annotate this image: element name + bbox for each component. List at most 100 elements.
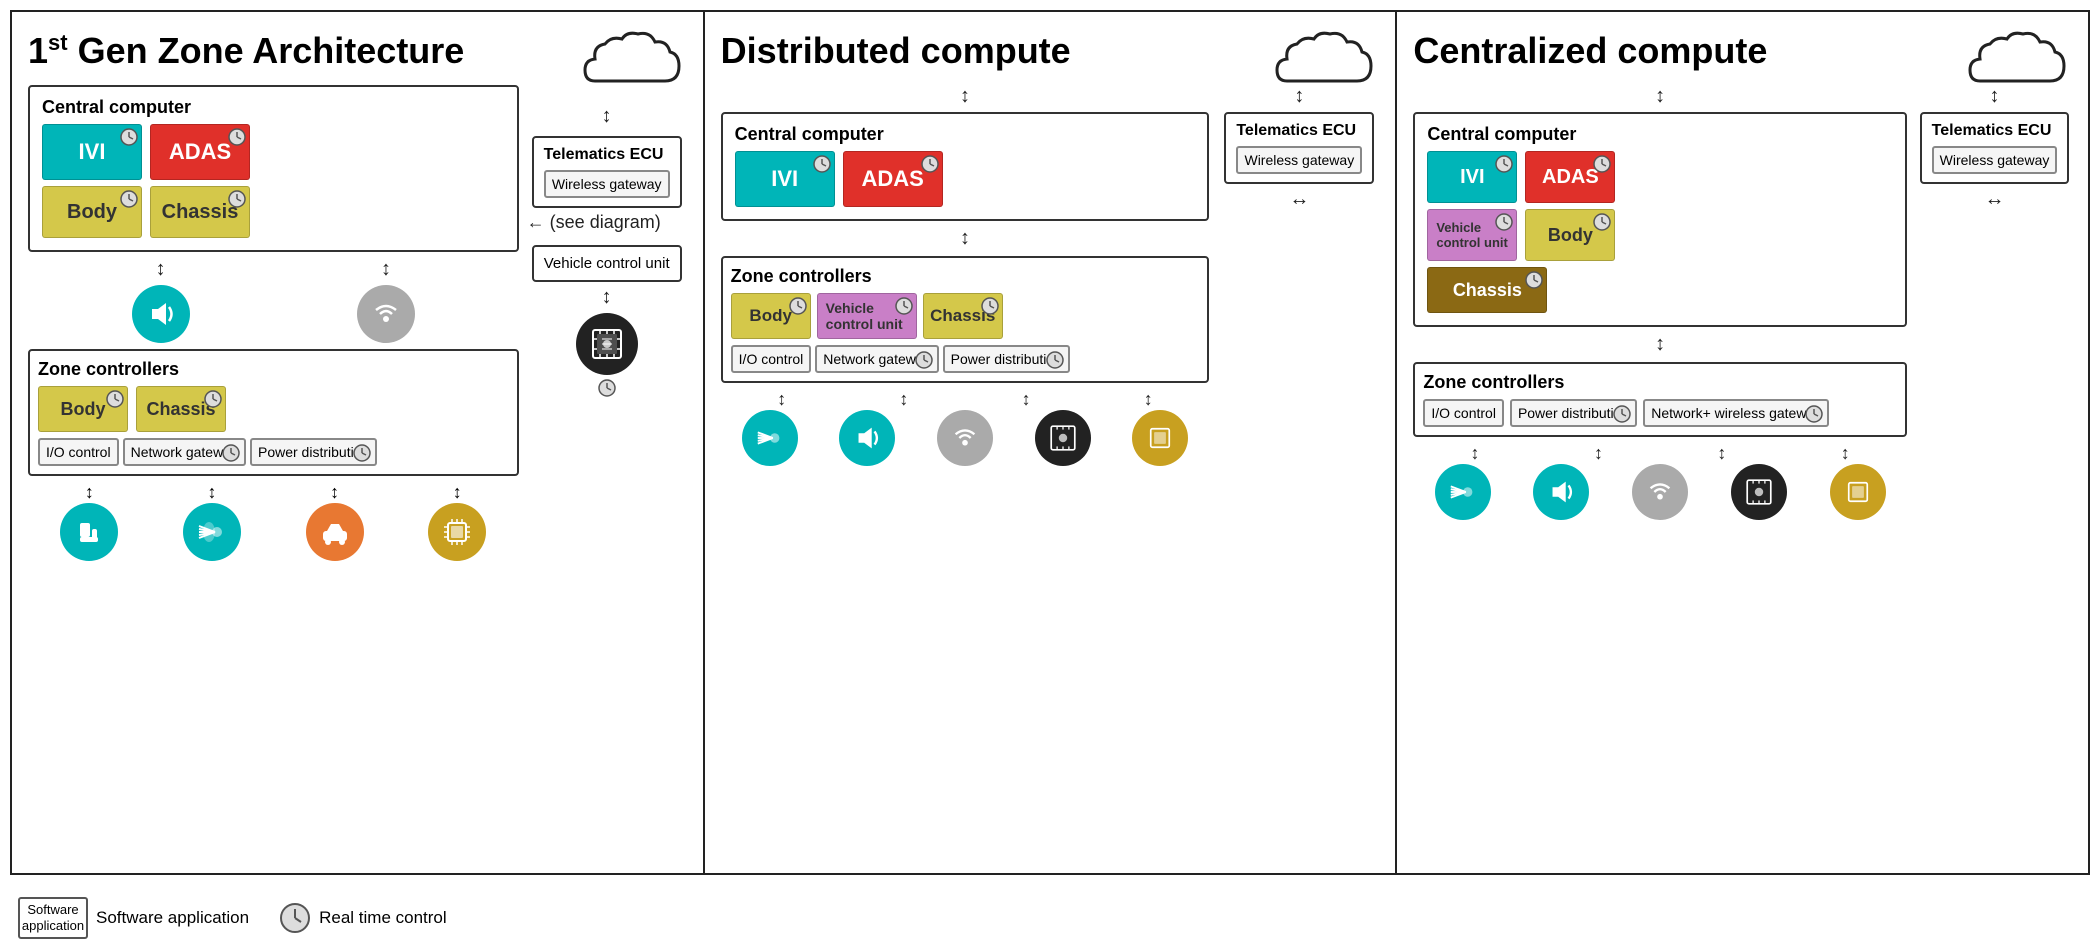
central-computer-modules-p1: IVI ADAS — [42, 124, 505, 180]
ivi-p3: IVI — [1427, 151, 1517, 203]
central-computer-label-p1: Central computer — [42, 97, 505, 118]
io-ctrl-p2: I/O control — [731, 345, 812, 373]
network-gateway-box-p1: Network gateway — [123, 438, 246, 466]
nwg-p3: Network+ wireless gateway — [1643, 399, 1829, 427]
p3-bottom-icons — [1413, 464, 1907, 520]
panel-centralized: Centralized compute ↕ Central computer I… — [1397, 12, 2088, 873]
telematics-label-p1: Telematics ECU — [544, 146, 670, 164]
legend-sw-label: Software application — [96, 908, 249, 928]
p3-right: ↕ Telematics ECU Wireless gateway ↔ — [1917, 85, 2072, 211]
ng-p2: Network gateway — [815, 345, 938, 373]
wireless3-icon-p3 — [1632, 464, 1688, 520]
central-computer-box-p1: Central computer IVI — [28, 85, 519, 252]
legend-realtime: Real time control — [279, 902, 447, 934]
body-module-p1: Body — [42, 186, 142, 238]
cloud-icon-p3 — [1960, 26, 2070, 96]
zone-ctrl-label-p2: Zone controllers — [731, 266, 1200, 287]
zone-body-clock-p1 — [106, 390, 124, 408]
speaker-icon-p1 — [132, 285, 190, 343]
zc-chassis-p2: Chassis — [923, 293, 1003, 339]
p1-bottom-icons — [28, 503, 519, 561]
body-p3: Body — [1525, 209, 1615, 261]
legend-sw-box: Software application — [18, 897, 88, 939]
zone-chassis-clock-p1 — [204, 390, 222, 408]
p2-upper: ↕ Central computer IVI ADAS — [721, 85, 1380, 466]
p1-upper: Central computer IVI — [28, 85, 687, 561]
wireless-gateway-box-p1: Wireless gateway — [544, 170, 670, 198]
telematics-label-p2: Telematics ECU — [1236, 122, 1362, 140]
zone-ctrl-box-p2: Zone controllers Body Vehicle control un… — [721, 256, 1210, 383]
telematics-ecu-box-p1: Telematics ECU Wireless gateway — [532, 136, 682, 208]
cc-label-p3: Central computer — [1427, 124, 1893, 145]
adas-module-p1: ADAS — [150, 124, 250, 180]
zone-body-p1: Body — [38, 386, 128, 432]
p2-bottom-icons — [721, 410, 1210, 466]
adas-p2: ADAS — [843, 151, 943, 207]
p1-ba1: ↕ — [85, 482, 94, 503]
wireless-gw-box-p3: Wireless gateway — [1932, 146, 2058, 174]
zone-controllers-label-p1: Zone controllers — [38, 359, 509, 380]
lights3-icon-p3 — [1435, 464, 1491, 520]
cloud-icon-p1 — [575, 26, 685, 96]
lights-icon-p1 — [183, 503, 241, 561]
p1-left: Central computer IVI — [28, 85, 519, 561]
circuit3-icon-p3 — [1731, 464, 1787, 520]
legend-software: Software application Software applicatio… — [18, 897, 249, 939]
cloud-arrow-p1: ↕ — [602, 105, 612, 128]
legend: Software application Software applicatio… — [0, 885, 2100, 951]
zone-chassis-p1: Chassis — [136, 386, 226, 432]
h-arrow-p1: ← (see diagram) — [527, 212, 687, 233]
body-clock-p1 — [120, 190, 138, 208]
circuit-icon-p1 — [576, 313, 638, 375]
seat-icon-p1 — [60, 503, 118, 561]
chip2-icon-p2 — [1132, 410, 1188, 466]
adas-p3: ADAS — [1525, 151, 1615, 203]
p2-cloud-arrow: ↕ — [721, 85, 1210, 108]
vcu-arrow-down-p1: ↕ — [602, 286, 612, 309]
p2-telem-arrow: ↔ — [1289, 188, 1309, 211]
zone-ctrl-box-p3: Zone controllers I/O control Power distr… — [1413, 362, 1907, 437]
legend-clock-icon — [279, 902, 311, 934]
zone-ctrl-label-p3: Zone controllers — [1423, 372, 1897, 393]
speaker2-icon-p2 — [839, 410, 895, 466]
p1-ba3: ↕ — [330, 482, 339, 503]
zc-vcu-p2: Vehicle control unit — [817, 293, 917, 339]
central-computer-modules2-p1: Body Chassis — [42, 186, 505, 238]
telematics-box-p2: Telematics ECU Wireless gateway — [1224, 112, 1374, 184]
p2-cc-arrow: ↕ — [721, 227, 1210, 250]
ivi-p2: IVI — [735, 151, 835, 207]
chip-icon-p1 — [428, 503, 486, 561]
power-dist-box-p1: Power distribution — [250, 438, 377, 466]
vcu-label-p1: Vehicle control unit — [544, 255, 670, 272]
speaker3-icon-p3 — [1533, 464, 1589, 520]
pd-p3: Power distribution — [1510, 399, 1637, 427]
central-computer-label-p2: Central computer — [735, 124, 1196, 145]
chip3-icon-p3 — [1830, 464, 1886, 520]
p1-arrows-row1: ↕ ↕ — [28, 258, 519, 343]
p3-left: ↕ Central computer IVI ADAS — [1413, 85, 1907, 520]
io-control-box-p1: I/O control — [38, 438, 119, 466]
legend-rt-label: Real time control — [319, 908, 447, 928]
telematics-box-p3: Telematics ECU Wireless gateway — [1920, 112, 2070, 184]
p1-ba2: ↕ — [207, 482, 216, 503]
wireless2-icon-p2 — [937, 410, 993, 466]
p1-speaker-col: ↕ — [132, 258, 190, 343]
zone-small-boxes-p1: I/O control Network gateway Power distri… — [38, 438, 509, 466]
main-container: 1st Gen Zone Architecture Central comput… — [10, 10, 2090, 875]
vehicle-control-unit-box-p1: Vehicle control unit — [532, 245, 682, 282]
zone-modules-p1: Body Chassis — [38, 386, 509, 432]
p1-ba4: ↕ — [453, 482, 462, 503]
panel-distributed: Distributed compute ↕ Central computer I… — [705, 12, 1398, 873]
ivi-module-p1: IVI — [42, 124, 142, 180]
central-computer-box-p3: Central computer IVI ADAS Vehi — [1413, 112, 1907, 327]
vcu-p3: Vehicle control unit — [1427, 209, 1517, 261]
p1-wireless-col: ↕ — [357, 258, 415, 343]
pd-p2: Power distribution — [943, 345, 1070, 373]
p2-left: ↕ Central computer IVI ADAS — [721, 85, 1210, 466]
telematics-label-p3: Telematics ECU — [1932, 122, 2058, 140]
lights2-icon-p2 — [742, 410, 798, 466]
wireless-icon-p1 — [357, 285, 415, 343]
ng-clock-p1 — [222, 444, 240, 462]
ivi-clock-p1 — [120, 128, 138, 146]
chassis-clock-p1 — [228, 190, 246, 208]
